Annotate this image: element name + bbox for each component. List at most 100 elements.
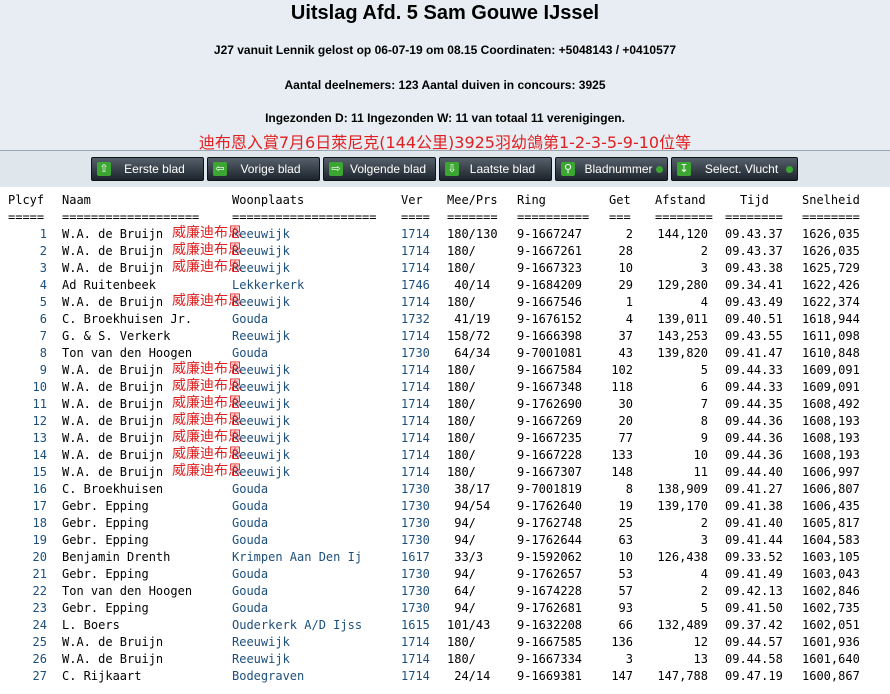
cell-get: 148: [611, 465, 633, 479]
cell-afstand: 13: [693, 652, 708, 666]
cell-plcyf: 10: [32, 380, 47, 394]
cell-naam[interactable]: W.A. de Bruijn: [62, 464, 163, 481]
cell-afstand: 138,909: [657, 482, 708, 496]
cell-naam[interactable]: W.A. de Bruijn: [62, 447, 163, 464]
cell-snelheid: 1608,492: [802, 397, 860, 411]
first-page-button[interactable]: ⇧ Eerste blad: [91, 157, 204, 181]
table-row: 1 W.A. de Bruijn Reeuwijk 1714 180/130 9-1667…: [0, 225, 890, 243]
cell-get: 57: [618, 584, 633, 598]
cell-get: 25: [618, 516, 633, 530]
cell-woonplaats[interactable]: Lekkerkerk: [232, 277, 304, 294]
cell-plcyf: 16: [32, 482, 47, 496]
cell-woonplaats[interactable]: Gouda: [232, 345, 268, 362]
cell-ver: 1730: [401, 346, 430, 360]
cell-snelheid: 1611,098: [802, 329, 860, 343]
cell-snelheid: 1618,944: [802, 312, 860, 326]
cell-woonplaats[interactable]: Gouda: [232, 498, 268, 515]
cell-meeprs: 24/14: [447, 669, 491, 683]
cell-get: 147: [611, 669, 633, 683]
cell-afstand: 9: [700, 431, 708, 445]
select-flight-button[interactable]: ↧ Select. Vlucht: [671, 157, 798, 181]
cell-naam[interactable]: Ad Ruitenbeek: [62, 277, 156, 294]
cell-plcyf: 17: [32, 499, 47, 513]
cell-ver: 1714: [401, 414, 430, 428]
cell-naam[interactable]: W.A. de Bruijn: [62, 294, 163, 311]
cell-naam[interactable]: W.A. de Bruijn: [62, 634, 163, 651]
cell-snelheid: 1601,936: [802, 635, 860, 649]
cell-naam[interactable]: W.A. de Bruijn: [62, 379, 163, 396]
cell-woonplaats[interactable]: Reeuwijk: [232, 651, 290, 668]
cell-naam[interactable]: Benjamin Drenth: [62, 549, 170, 566]
cell-woonplaats[interactable]: Gouda: [232, 481, 268, 498]
cell-naam[interactable]: Ton van den Hoogen: [62, 583, 192, 600]
cell-naam[interactable]: Gebr. Epping: [62, 600, 149, 617]
cell-plcyf: 2: [39, 244, 47, 258]
cell-woonplaats[interactable]: Gouda: [232, 532, 268, 549]
cell-naam[interactable]: W.A. de Bruijn: [62, 396, 163, 413]
arrow-left-icon: ⇦: [213, 162, 227, 176]
cell-get: 3: [625, 652, 633, 666]
cell-naam[interactable]: C. Rijkaart: [62, 668, 141, 685]
cell-naam[interactable]: W.A. de Bruijn: [62, 413, 163, 430]
cell-naam[interactable]: Gebr. Epping: [62, 532, 149, 549]
cell-snelheid: 1608,193: [802, 431, 860, 445]
table-row: 9 W.A. de Bruijn Reeuwijk 1714 180/9-1667584…: [0, 361, 890, 379]
cell-afstand: 11: [693, 465, 708, 479]
cell-meeprs: 180/: [447, 448, 476, 462]
cell-ver: 1714: [401, 363, 430, 377]
cell-naam[interactable]: W.A. de Bruijn: [62, 362, 163, 379]
previous-page-button[interactable]: ⇦ Vorige blad: [207, 157, 320, 181]
cell-woonplaats[interactable]: Ouderkerk A/D Ijss: [232, 617, 362, 634]
flight-info: J27 vanuit Lennik gelost op 06-07-19 om …: [213, 43, 677, 57]
last-page-button[interactable]: ⇩ Laatste blad: [439, 157, 552, 181]
underline: =====: [8, 210, 45, 224]
page-title: Uitslag Afd. 5 Sam Gouwe IJssel: [290, 2, 600, 24]
table-row: 4 Ad Ruitenbeek Lekkerkerk 1746 40/14 9-1684…: [0, 277, 890, 294]
cell-ver: 1714: [401, 261, 430, 275]
cell-woonplaats[interactable]: Reeuwijk: [232, 634, 290, 651]
underline: ==========: [517, 210, 590, 224]
cell-snelheid: 1609,091: [802, 363, 860, 377]
cell-plcyf: 26: [32, 652, 47, 666]
cell-woonplaats[interactable]: Reeuwijk: [232, 328, 290, 345]
next-page-button[interactable]: ⇨ Volgende blad: [323, 157, 436, 181]
cell-naam[interactable]: C. Broekhuisen: [62, 481, 163, 498]
cell-woonplaats[interactable]: Gouda: [232, 566, 268, 583]
cell-snelheid: 1626,035: [802, 227, 860, 241]
page-number-button[interactable]: ⚲ Bladnummer: [555, 157, 668, 181]
cell-plcyf: 23: [32, 601, 47, 615]
cell-naam[interactable]: Gebr. Epping: [62, 498, 149, 515]
cell-woonplaats[interactable]: Gouda: [232, 600, 268, 617]
cell-naam[interactable]: W.A. de Bruijn: [62, 430, 163, 447]
cell-tijd: 09.43.38: [725, 261, 783, 275]
cell-naam[interactable]: Gebr. Epping: [62, 566, 149, 583]
cell-ring: 9-1667269: [517, 414, 583, 428]
cell-woonplaats[interactable]: Gouda: [232, 583, 268, 600]
cell-woonplaats[interactable]: Krimpen Aan Den Ij: [232, 549, 362, 566]
cell-naam[interactable]: W.A. de Bruijn: [62, 243, 163, 260]
next-page-label: Volgende blad: [350, 162, 427, 176]
cell-naam[interactable]: W.A. de Bruijn: [62, 260, 163, 277]
cell-woonplaats[interactable]: Gouda: [232, 311, 268, 328]
cell-plcyf: 21: [32, 567, 47, 581]
cell-woonplaats[interactable]: Bodegraven: [232, 668, 304, 685]
cell-woonplaats[interactable]: Gouda: [232, 515, 268, 532]
cell-ver: 1732: [401, 312, 430, 326]
cell-meeprs: 94/: [447, 601, 476, 615]
cell-naam[interactable]: G. & S. Verkerk: [62, 328, 170, 345]
underline: ========: [725, 210, 783, 224]
cell-naam[interactable]: L. Boers: [62, 617, 120, 634]
cell-naam[interactable]: W.A. de Bruijn: [62, 651, 163, 668]
cell-ring: 9-1667546: [517, 295, 583, 309]
cell-ring: 9-1666398: [517, 329, 583, 343]
cell-snelheid: 1622,374: [802, 295, 860, 309]
cell-meeprs: 180/130: [447, 227, 498, 241]
cell-naam[interactable]: C. Broekhuisen Jr.: [62, 311, 192, 328]
cell-naam[interactable]: Ton van den Hoogen: [62, 345, 192, 362]
cell-naam[interactable]: Gebr. Epping: [62, 515, 149, 532]
underline: ====: [401, 210, 430, 224]
cell-meeprs: 64/: [447, 584, 476, 598]
cell-ring: 9-1762681: [517, 601, 583, 615]
cell-afstand: 139,170: [657, 499, 708, 513]
cell-naam[interactable]: W.A. de Bruijn: [62, 226, 163, 243]
